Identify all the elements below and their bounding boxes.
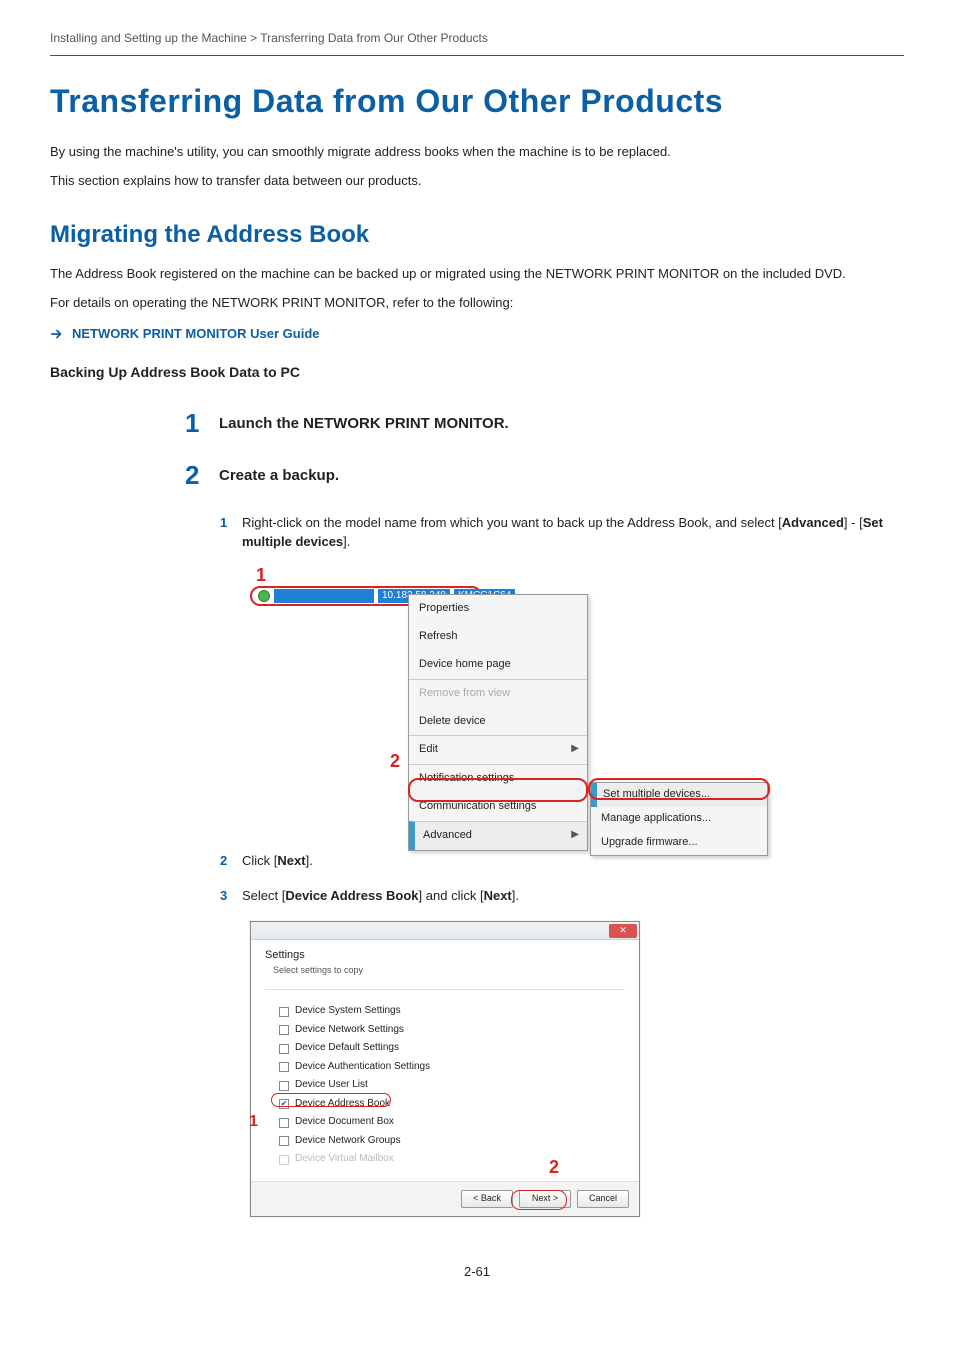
highlight-ring bbox=[408, 778, 588, 802]
back-button[interactable]: < Back bbox=[461, 1190, 513, 1208]
checkbox-icon bbox=[279, 1044, 289, 1054]
substep-number: 2 bbox=[220, 852, 234, 871]
divider bbox=[265, 989, 625, 990]
breadcrumb: Installing and Setting up the Machine > … bbox=[50, 30, 904, 56]
chevron-right-icon: ▶ bbox=[571, 742, 579, 757]
substep-text: Select [Device Address Book] and click [… bbox=[242, 887, 519, 906]
substep-text: Click [Next]. bbox=[242, 852, 313, 871]
menu-item-advanced[interactable]: Advanced▶ bbox=[409, 821, 587, 850]
dialog-heading: Settings bbox=[265, 948, 625, 964]
highlight-ring bbox=[511, 1190, 567, 1210]
dialog-titlebar: ✕ bbox=[251, 922, 639, 940]
subheading: Backing Up Address Book Data to PC bbox=[50, 362, 904, 382]
substep-2: 2 Click [Next]. bbox=[220, 852, 904, 871]
checkbox-device-network-groups[interactable]: Device Network Groups bbox=[279, 1132, 625, 1151]
menu-item-home-page[interactable]: Device home page bbox=[409, 651, 587, 679]
dialog-button-row: < Back Next > Cancel bbox=[251, 1181, 639, 1216]
checkbox-device-authentication-settings[interactable]: Device Authentication Settings bbox=[279, 1058, 625, 1077]
menu-item-delete-device[interactable]: Delete device bbox=[409, 708, 587, 736]
cancel-button[interactable]: Cancel bbox=[577, 1190, 629, 1208]
callout-1: 1 bbox=[249, 1110, 258, 1133]
intro-paragraph-2: This section explains how to transfer da… bbox=[50, 172, 904, 191]
callout-2: 2 bbox=[390, 748, 400, 774]
step-2: 2 Create a backup. bbox=[185, 462, 904, 488]
checkbox-icon bbox=[279, 1007, 289, 1017]
section-paragraph-2: For details on operating the NETWORK PRI… bbox=[50, 294, 904, 313]
step-number: 2 bbox=[185, 462, 219, 488]
checkbox-icon bbox=[279, 1118, 289, 1128]
chevron-right-icon: ▶ bbox=[571, 828, 579, 843]
close-button[interactable]: ✕ bbox=[609, 924, 637, 938]
figure-settings-dialog: ✕ Settings Select settings to copy 1 Dev… bbox=[250, 921, 640, 1216]
device-name-bar bbox=[274, 589, 374, 603]
checkbox-device-system-settings[interactable]: Device System Settings bbox=[279, 1002, 625, 1021]
status-dot-icon bbox=[258, 590, 270, 602]
highlight-ring bbox=[588, 778, 770, 800]
menu-item-edit[interactable]: Edit▶ bbox=[409, 735, 587, 764]
menu-item-remove-view: Remove from view bbox=[409, 679, 587, 708]
checkbox-icon bbox=[279, 1025, 289, 1035]
cross-reference-link[interactable]: NETWORK PRINT MONITOR User Guide bbox=[50, 325, 904, 344]
checkbox-icon bbox=[279, 1155, 289, 1165]
section-heading: Migrating the Address Book bbox=[50, 218, 904, 253]
dialog-subheading: Select settings to copy bbox=[265, 964, 625, 977]
checkbox-icon bbox=[279, 1136, 289, 1146]
callout-2: 2 bbox=[549, 1154, 559, 1180]
checkbox-device-virtual-mailbox: Device Virtual Mailbox bbox=[279, 1150, 625, 1169]
step-number: 1 bbox=[185, 410, 219, 436]
substep-3: 3 Select [Device Address Book] and click… bbox=[220, 887, 904, 906]
figure-context-menu: 1 10.183.58.249 KMCC1C64 Properties Refr… bbox=[250, 568, 780, 828]
step-title: Create a backup. bbox=[219, 462, 339, 487]
checkbox-device-default-settings[interactable]: Device Default Settings bbox=[279, 1039, 625, 1058]
intro-paragraph-1: By using the machine's utility, you can … bbox=[50, 143, 904, 162]
checkbox-device-document-box[interactable]: Device Document Box bbox=[279, 1113, 625, 1132]
menu-item-properties[interactable]: Properties bbox=[409, 595, 587, 623]
substep-number: 1 bbox=[220, 514, 234, 533]
highlight-ring bbox=[271, 1093, 391, 1107]
section-paragraph-1: The Address Book registered on the machi… bbox=[50, 265, 904, 284]
step-title: Launch the NETWORK PRINT MONITOR. bbox=[219, 410, 509, 435]
substep-number: 3 bbox=[220, 887, 234, 906]
substep-text: Right-click on the model name from which… bbox=[242, 514, 904, 552]
checkbox-device-user-list[interactable]: Device User List bbox=[279, 1076, 625, 1095]
step-1: 1 Launch the NETWORK PRINT MONITOR. bbox=[185, 410, 904, 436]
callout-1: 1 bbox=[256, 562, 266, 588]
substep-1: 1 Right-click on the model name from whi… bbox=[220, 514, 904, 552]
submenu-item-upgrade-firmware[interactable]: Upgrade firmware... bbox=[591, 831, 767, 855]
settings-list: 1 Device System Settings Device Network … bbox=[251, 1002, 639, 1181]
page-title: Transferring Data from Our Other Product… bbox=[50, 78, 904, 124]
context-menu: Properties Refresh Device home page Remo… bbox=[408, 594, 588, 851]
menu-item-refresh[interactable]: Refresh bbox=[409, 623, 587, 651]
arrow-right-icon bbox=[50, 327, 64, 341]
page-footer: 2-61 bbox=[50, 1263, 904, 1282]
xref-label: NETWORK PRINT MONITOR User Guide bbox=[72, 325, 320, 344]
checkbox-icon bbox=[279, 1062, 289, 1072]
checkbox-icon bbox=[279, 1081, 289, 1091]
submenu-item-manage-applications[interactable]: Manage applications... bbox=[591, 807, 767, 831]
checkbox-device-network-settings[interactable]: Device Network Settings bbox=[279, 1021, 625, 1040]
